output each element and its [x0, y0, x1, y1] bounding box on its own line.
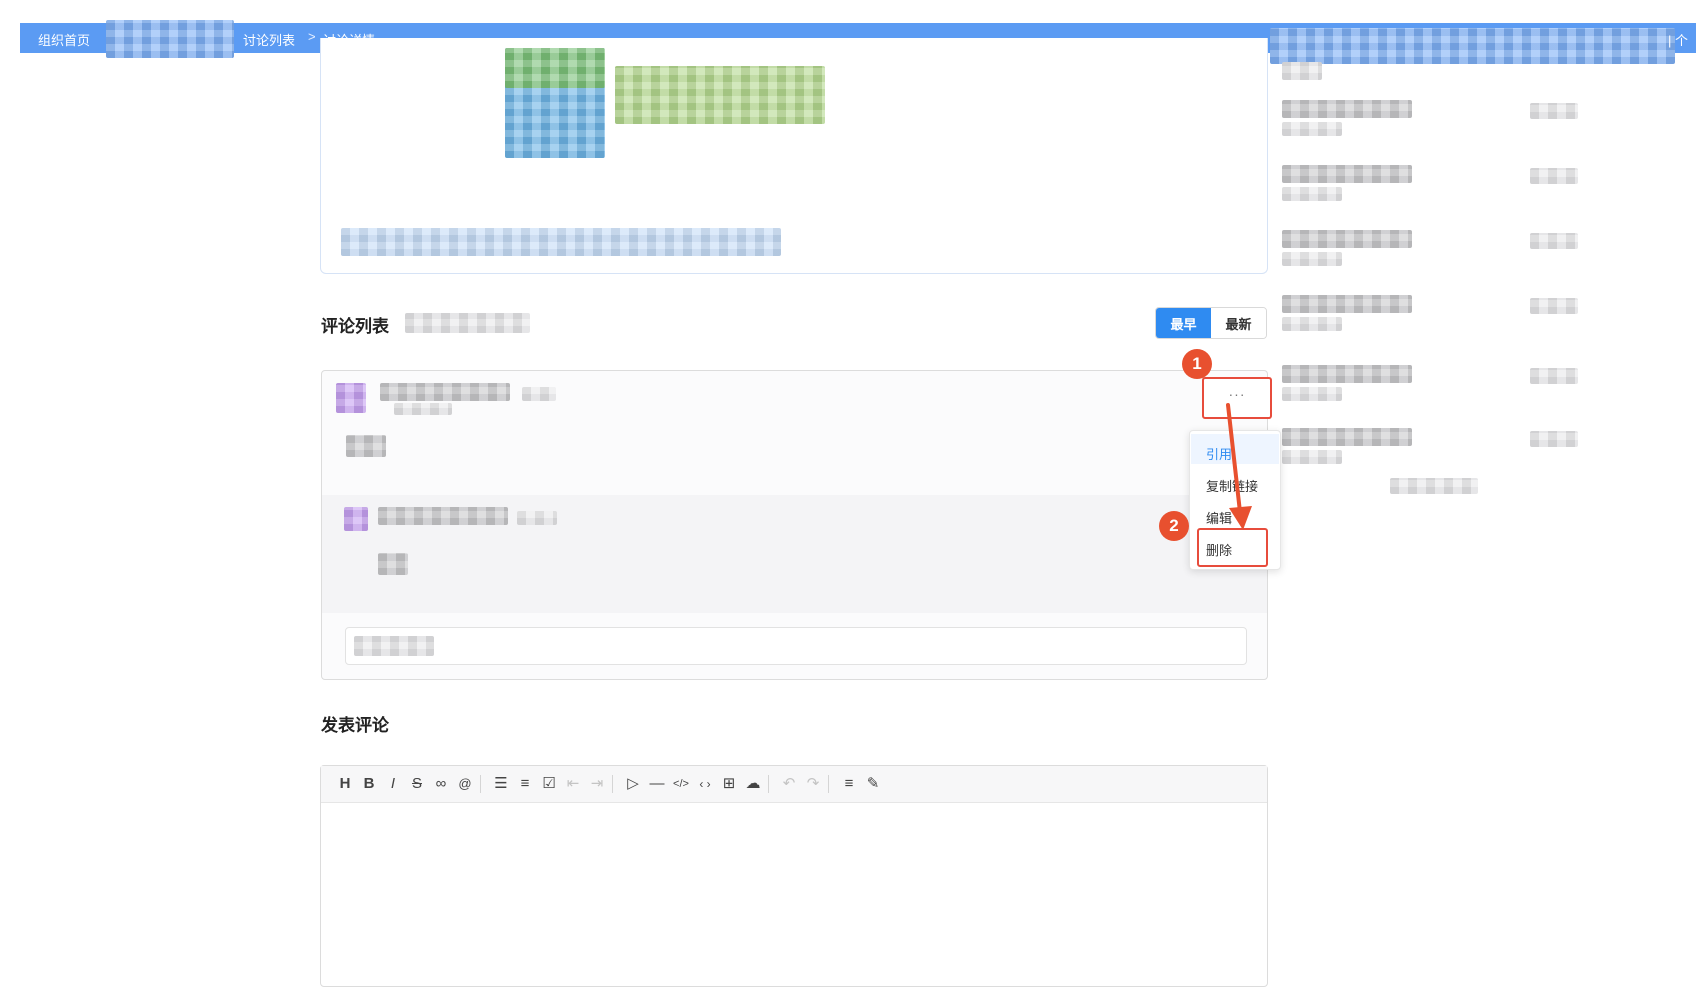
- ordered-list-icon[interactable]: ≡: [515, 774, 535, 794]
- editor-text-area[interactable]: [321, 803, 1267, 985]
- edit-icon[interactable]: ✎: [863, 774, 883, 794]
- toolbar-divider: [828, 775, 829, 793]
- upload-icon[interactable]: ☁: [743, 774, 763, 794]
- horizontal-rule-icon[interactable]: —: [647, 774, 667, 794]
- mention-icon[interactable]: @: [455, 774, 475, 794]
- toolbar-divider: [612, 775, 613, 793]
- indent-icon[interactable]: ⇥: [587, 774, 607, 794]
- toolbar-divider: [768, 775, 769, 793]
- annotation-badge-1: 1: [1182, 349, 1212, 379]
- outdent-icon[interactable]: ⇤: [563, 774, 583, 794]
- table-icon[interactable]: ⊞: [719, 774, 739, 794]
- strikethrough-icon[interactable]: S: [407, 774, 427, 794]
- code-block-icon[interactable]: ‹ ›: [695, 774, 715, 794]
- italic-icon[interactable]: I: [383, 774, 403, 794]
- align-icon[interactable]: ≡: [839, 774, 859, 794]
- heading-icon[interactable]: H: [335, 774, 355, 794]
- bullet-list-icon[interactable]: ☰: [491, 774, 511, 794]
- quote-icon[interactable]: ▷: [623, 774, 643, 794]
- annotation-badge-2: 2: [1159, 511, 1189, 541]
- checklist-icon[interactable]: ☑: [539, 774, 559, 794]
- comment-editor: H B I S ∞ @ ☰ ≡ ☑ ⇤ ⇥ ▷ — </> ‹ › ⊞ ☁ ↶ …: [320, 765, 1268, 987]
- undo-icon[interactable]: ↶: [779, 774, 799, 794]
- bold-icon[interactable]: B: [359, 774, 379, 794]
- redo-icon[interactable]: ↷: [803, 774, 823, 794]
- link-icon[interactable]: ∞: [431, 774, 451, 794]
- post-comment-title: 发表评论: [321, 716, 389, 735]
- inline-code-icon[interactable]: </>: [671, 774, 691, 794]
- editor-toolbar: H B I S ∞ @ ☰ ≡ ☑ ⇤ ⇥ ▷ — </> ‹ › ⊞ ☁ ↶ …: [321, 766, 1267, 803]
- toolbar-divider: [480, 775, 481, 793]
